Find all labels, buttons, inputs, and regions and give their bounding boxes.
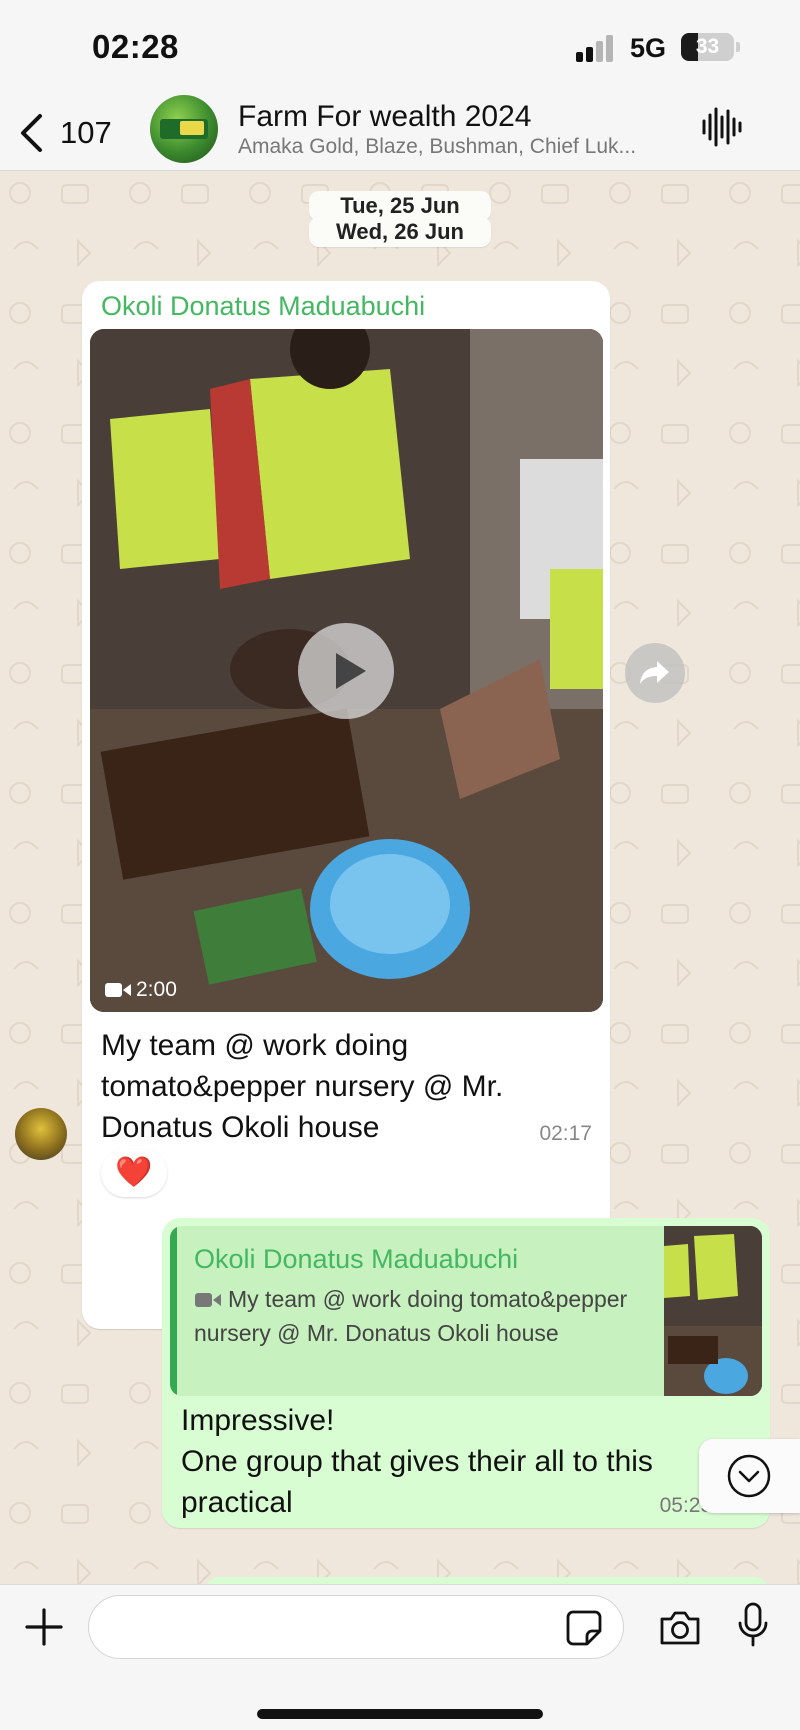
chevron-left-icon	[21, 114, 42, 152]
camera-icon[interactable]	[658, 1607, 702, 1647]
outgoing-message[interactable]: Okoli Donatus Maduabuchi My team @ work …	[162, 1218, 770, 1528]
reply-sender-name: Okoli Donatus Maduabuchi	[194, 1244, 519, 1274]
next-message-edge	[204, 1577, 770, 1584]
reply-accent-bar	[170, 1226, 177, 1396]
message-line: Impressive!	[181, 1404, 335, 1437]
forward-button[interactable]	[625, 643, 685, 703]
waveform-icon[interactable]	[700, 105, 744, 149]
microphone-icon[interactable]	[736, 1601, 770, 1649]
chat-title[interactable]: Farm For wealth 2024	[238, 100, 531, 134]
chat-members[interactable]: Amaka Gold, Blaze, Bushman, Chief Luk...	[238, 135, 678, 159]
message-time: 02:17	[539, 1122, 592, 1145]
avatar-banner-accent	[180, 121, 204, 135]
sender-name[interactable]: Okoli Donatus Maduabuchi	[101, 291, 425, 322]
video-duration-label: 2:00	[104, 978, 177, 1002]
sticker-icon[interactable]	[565, 1609, 603, 1647]
battery-level: 33	[695, 35, 720, 58]
sender-avatar[interactable]	[15, 1108, 67, 1160]
battery-icon: 33	[681, 33, 734, 61]
heart-reaction[interactable]: ❤️	[101, 1149, 167, 1197]
reply-thumbnail-scene	[664, 1226, 762, 1396]
video-thumbnail[interactable]: 2:00	[90, 329, 603, 1012]
forward-icon	[640, 661, 669, 684]
video-camera-icon	[195, 1293, 221, 1307]
video-camera-icon	[105, 983, 131, 997]
status-time: 02:28	[92, 28, 179, 65]
plus-icon[interactable]	[24, 1607, 64, 1647]
unread-count: 107	[60, 115, 112, 150]
chat-area[interactable]: Tue, 25 Jun Wed, 26 Jun Okoli Donatus Ma…	[0, 171, 800, 1584]
battery-tip	[736, 42, 740, 52]
back-button[interactable]: 107	[18, 107, 128, 159]
video-duration: 2:00	[136, 978, 177, 1001]
date-chip: Wed, 26 Jun	[309, 217, 491, 247]
network-type: 5G	[630, 33, 667, 63]
chevron-down-circle-icon	[727, 1454, 771, 1498]
group-avatar[interactable]	[150, 95, 218, 163]
status-bar: 02:28 5G 33	[0, 0, 800, 95]
reply-preview: My team @ work doing tomato&pepper nurse…	[194, 1282, 634, 1350]
reply-preview-text: My team @ work doing tomato&pepper nurse…	[194, 1286, 628, 1346]
reply-quote[interactable]: Okoli Donatus Maduabuchi My team @ work …	[170, 1226, 762, 1396]
home-indicator[interactable]	[257, 1709, 543, 1719]
composer-bar	[0, 1584, 800, 1730]
scroll-to-bottom-button[interactable]	[699, 1439, 800, 1513]
message-text: Impressive! One group that gives their a…	[181, 1400, 721, 1523]
reply-thumbnail	[664, 1226, 762, 1396]
message-caption: My team @ work doing tomato&pepper nurse…	[101, 1029, 504, 1144]
chat-header: 107 Farm For wealth 2024 Amaka Gold, Bla…	[0, 95, 800, 171]
play-button[interactable]	[298, 623, 394, 719]
message-line: One group that gives their all to this p…	[181, 1445, 653, 1519]
signal-strength-icon	[576, 34, 616, 62]
message-input[interactable]	[88, 1595, 624, 1659]
